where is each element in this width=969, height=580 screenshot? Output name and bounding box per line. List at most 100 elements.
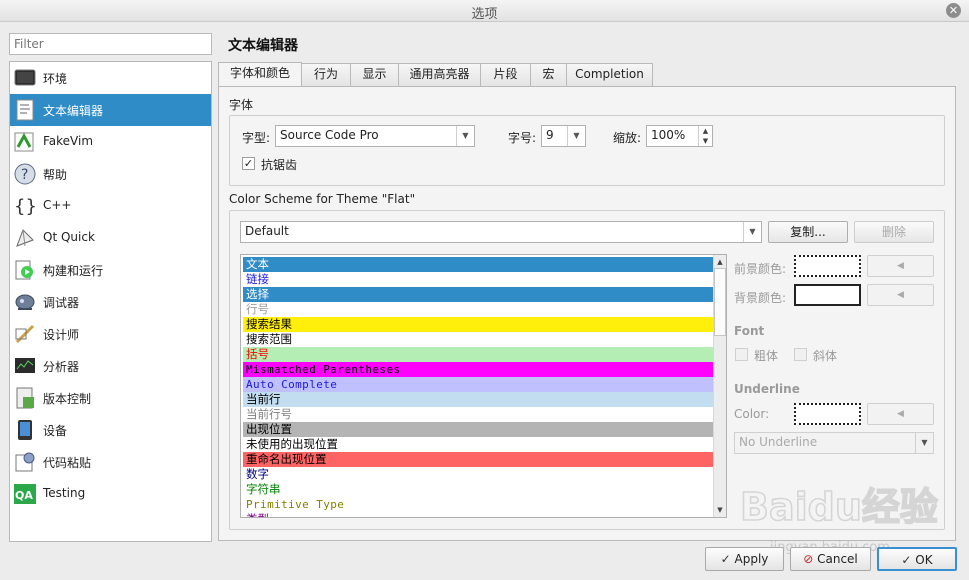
copy-scheme-button[interactable]: 复制... [768,221,848,243]
format-list-item[interactable]: 搜索范围 [243,332,714,347]
delete-scheme-button[interactable]: 删除 [854,221,934,243]
category-list: 环境 文本编辑器 FakeVim ? 帮助 {} C++ Qt Quick 构建… [9,61,212,542]
help-icon: ? [14,163,36,185]
check-icon: ✓ [901,553,912,567]
tab-completion[interactable]: Completion [566,63,653,86]
format-list-item[interactable]: 类型 [243,512,714,517]
category-label: C++ [43,198,72,212]
svg-text:{}: {} [14,196,36,217]
format-list-item[interactable]: 行号 [243,302,714,317]
format-list-item[interactable]: Auto Complete [243,377,714,392]
category-designer[interactable]: 设计师 [10,318,211,350]
zoom-label: 缩放: [613,131,642,145]
tab-font-colors[interactable]: 字体和颜色 [218,62,302,86]
tab-macros[interactable]: 宏 [530,63,567,86]
format-list-item[interactable]: 重命名出现位置 [243,452,714,467]
format-list-item[interactable]: 数字 [243,467,714,482]
cancel-button[interactable]: ⊘ Cancel [790,547,871,571]
category-version-control[interactable]: 版本控制 [10,382,211,414]
font-group-title: 字体 [229,98,254,112]
category-label: Testing [43,486,86,500]
category-label: 文本编辑器 [43,104,104,118]
chevron-down-icon: ▼ [743,222,761,242]
underline-color-swatch[interactable] [794,403,861,425]
foreground-swatch[interactable] [794,255,861,277]
close-icon[interactable]: ✕ [946,3,961,18]
category-cpp[interactable]: {} C++ [10,190,211,222]
scroll-up-icon[interactable]: ▲ [714,256,726,268]
scroll-down-icon[interactable]: ▼ [714,504,726,516]
format-list-item[interactable]: 当前行 [243,392,714,407]
apply-button[interactable]: ✓ Apply [705,547,784,571]
format-list-item[interactable]: Mismatched Parentheses [243,362,714,377]
color-scheme-combo[interactable]: Default ▼ [240,221,762,243]
category-environment[interactable]: 环境 [10,62,211,94]
category-build-run[interactable]: 构建和运行 [10,254,211,286]
font-family-combo[interactable]: Source Code Pro ▼ [275,125,475,147]
scrollbar-thumb[interactable] [714,268,726,336]
format-list-item[interactable]: 未使用的出现位置 [243,437,714,452]
format-list-item[interactable]: 搜索结果 [243,317,714,332]
clear-background-button[interactable]: ◀ [867,284,934,306]
format-list-item[interactable]: 字符串 [243,482,714,497]
format-list[interactable]: 文本 链接 选择 行号 搜索结果 搜索范围 括号 Mismatched Parentheses… [240,254,727,518]
category-help[interactable]: ? 帮助 [10,158,211,190]
spin-arrows-icon[interactable]: ▲ ▼ [698,126,712,146]
category-label: FakeVim [43,134,94,148]
bold-label: 粗体 [754,349,779,363]
version-control-icon [14,387,36,409]
italic-label: 斜体 [813,349,838,363]
tab-display[interactable]: 显示 [350,63,399,86]
format-list-item[interactable]: 括号 [243,347,714,362]
clear-foreground-button[interactable]: ◀ [867,255,934,277]
format-list-item[interactable]: 选择 [243,287,714,302]
zoom-spinbox[interactable]: 100% ▲ ▼ [646,125,713,147]
qt-quick-icon [14,227,36,249]
category-label: Qt Quick [43,230,95,244]
chevron-down-icon: ▼ [567,126,585,146]
tab-generic-highlighter[interactable]: 通用高亮器 [398,63,481,86]
category-debugger[interactable]: 调试器 [10,286,211,318]
format-list-item[interactable]: 文本 [243,257,714,272]
background-swatch[interactable] [794,284,861,306]
category-qt-quick[interactable]: Qt Quick [10,222,211,254]
font-family-value: Source Code Pro [280,128,379,142]
font-family-label: 字型: [242,131,271,145]
title-bar: 选项 [0,0,969,22]
category-text-editor[interactable]: 文本编辑器 [10,94,211,126]
tab-snippets[interactable]: 片段 [480,63,531,86]
format-list-item[interactable]: 链接 [243,272,714,287]
category-testing[interactable]: QA Testing [10,478,211,510]
italic-checkbox[interactable] [794,348,807,361]
category-label: 代码粘贴 [43,456,92,470]
antialias-checkbox[interactable]: ✓ [242,157,255,170]
tab-behavior[interactable]: 行为 [301,63,351,86]
font-size-combo[interactable]: 9 ▼ [541,125,586,147]
category-label: 分析器 [43,360,80,374]
baidu-watermark-logo: Baidu经验 [739,470,940,550]
ok-button[interactable]: ✓ OK [877,547,957,571]
build-run-icon [14,259,36,281]
format-list-item[interactable]: 出现位置 [243,422,714,437]
category-device[interactable]: 设备 [10,414,211,446]
apply-label: Apply [734,552,769,566]
code-paste-icon [14,451,36,473]
bold-checkbox[interactable] [735,348,748,361]
category-fakevim[interactable]: FakeVim [10,126,211,158]
category-code-paste[interactable]: 代码粘贴 [10,446,211,478]
monitor-icon [14,67,36,89]
testing-qa-icon: QA [14,483,36,505]
ok-label: OK [915,553,933,567]
color-scheme-value: Default [245,224,289,238]
category-label: 设备 [43,424,68,438]
device-icon [14,419,36,441]
clear-underline-color-button[interactable]: ◀ [867,403,934,425]
underline-style-combo[interactable]: No Underline ▼ [734,432,934,454]
category-analyzer[interactable]: 分析器 [10,350,211,382]
format-list-item[interactable]: 当前行号 [243,407,714,422]
category-label: 环境 [43,72,68,86]
format-list-item[interactable]: Primitive Type [243,497,714,512]
underline-color-label: Color: [734,407,770,421]
filter-input[interactable] [9,33,212,55]
cpp-braces-icon: {} [14,195,37,217]
